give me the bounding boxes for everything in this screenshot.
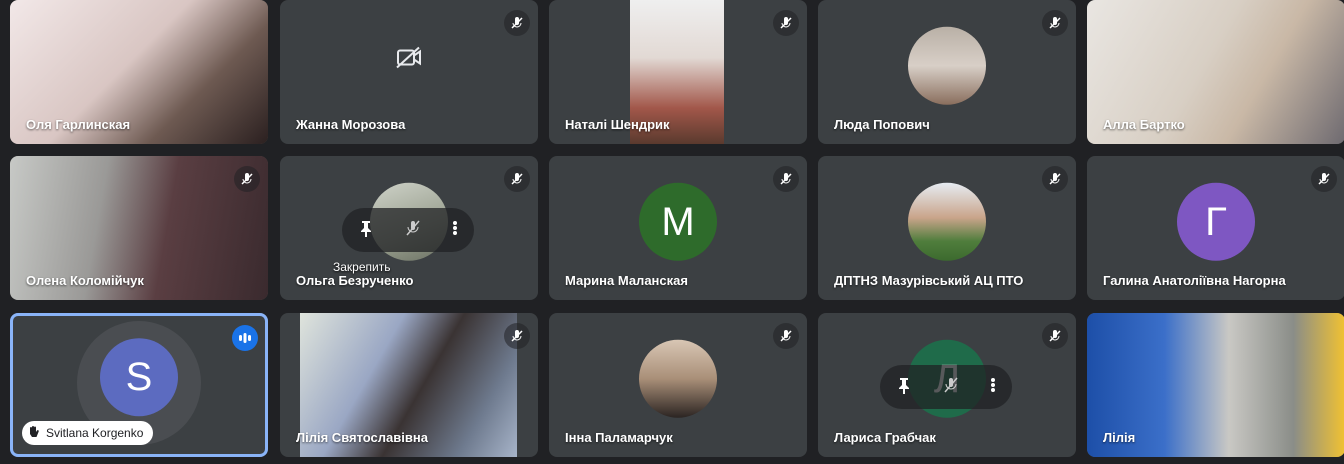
avatar: S (100, 338, 178, 417)
participant-name: Галина Анатоліївна Нагорна (1103, 273, 1286, 288)
participant-name: Марина Маланская (565, 273, 688, 288)
participant-name: Жанна Морозова (296, 117, 406, 132)
more-vert-icon[interactable] (990, 376, 996, 399)
tile-controls (880, 365, 1012, 409)
hand-icon (28, 425, 40, 442)
mic-off-icon (504, 166, 530, 192)
mic-off-icon (773, 323, 799, 349)
avatar: M (639, 182, 717, 261)
mic-off-icon (1042, 166, 1068, 192)
participant-tile[interactable]: M Марина Маланская (549, 156, 807, 300)
pin-tooltip: Закрепить (333, 260, 391, 274)
mic-off-icon[interactable] (943, 376, 959, 399)
audio-level-icon (232, 325, 258, 351)
participant-tile[interactable]: Жанна Морозова (280, 0, 538, 144)
camera-off-icon (395, 46, 423, 75)
participant-tile[interactable]: Лілія Святославівна (280, 313, 538, 457)
participant-name: Лілія Святославівна (296, 430, 428, 445)
participant-name: Лариса Грабчак (834, 430, 936, 445)
participant-name: Наталі Шендрик (565, 117, 670, 132)
participant-name: Ольга Безрученко (296, 273, 414, 288)
avatar: Г (1177, 182, 1255, 261)
participant-name: Алла Бартко (1103, 117, 1185, 132)
pin-icon[interactable] (896, 376, 912, 399)
tile-controls (342, 208, 474, 252)
participant-tile[interactable]: Олена Коломійчук (10, 156, 268, 300)
participant-name: ДПТНЗ Мазурівський АЦ ПТО (834, 273, 1024, 288)
more-vert-icon[interactable] (452, 219, 458, 242)
avatar (908, 182, 986, 261)
mic-off-icon (773, 166, 799, 192)
avatar (639, 339, 717, 418)
mic-off-icon (234, 166, 260, 192)
participant-tile[interactable]: Інна Паламарчук (549, 313, 807, 457)
participant-tile[interactable]: Наталі Шендрик (549, 0, 807, 144)
mic-off-icon (1311, 166, 1337, 192)
pin-icon[interactable] (358, 219, 374, 242)
participant-name: Лілія (1103, 430, 1136, 445)
participant-tile[interactable]: Г Галина Анатоліївна Нагорна (1087, 156, 1344, 300)
participant-tile[interactable]: Закрепить Ольга Безрученко (280, 156, 538, 300)
participant-name: Олена Коломійчук (26, 273, 144, 288)
participant-name: Оля Гарлинская (26, 117, 131, 132)
participant-tile[interactable]: Лілія (1087, 313, 1344, 457)
participant-name: Svitlana Korgenko (46, 426, 144, 440)
mic-off-icon (504, 323, 530, 349)
avatar (908, 26, 986, 105)
presenter-chip: Svitlana Korgenko (22, 421, 154, 445)
participant-tile[interactable]: Л Лариса Грабчак (818, 313, 1076, 457)
mic-off-icon (1042, 323, 1068, 349)
participant-grid: Оля Гарлинская Жанна Морозова Наталі Шен… (0, 0, 1344, 464)
participant-name: Люда Попович (834, 117, 930, 132)
participant-tile[interactable]: ДПТНЗ Мазурівський АЦ ПТО (818, 156, 1076, 300)
mic-off-icon (504, 10, 530, 36)
participant-tile[interactable]: S Svitlana Korgenko (10, 313, 268, 457)
participant-tile[interactable]: Люда Попович (818, 0, 1076, 144)
participant-tile[interactable]: Оля Гарлинская (10, 0, 268, 144)
mic-off-icon (1042, 10, 1068, 36)
participant-name: Інна Паламарчук (565, 430, 673, 445)
mic-off-icon (773, 10, 799, 36)
participant-tile[interactable]: Алла Бартко (1087, 0, 1344, 144)
mic-off-icon[interactable] (405, 219, 421, 242)
